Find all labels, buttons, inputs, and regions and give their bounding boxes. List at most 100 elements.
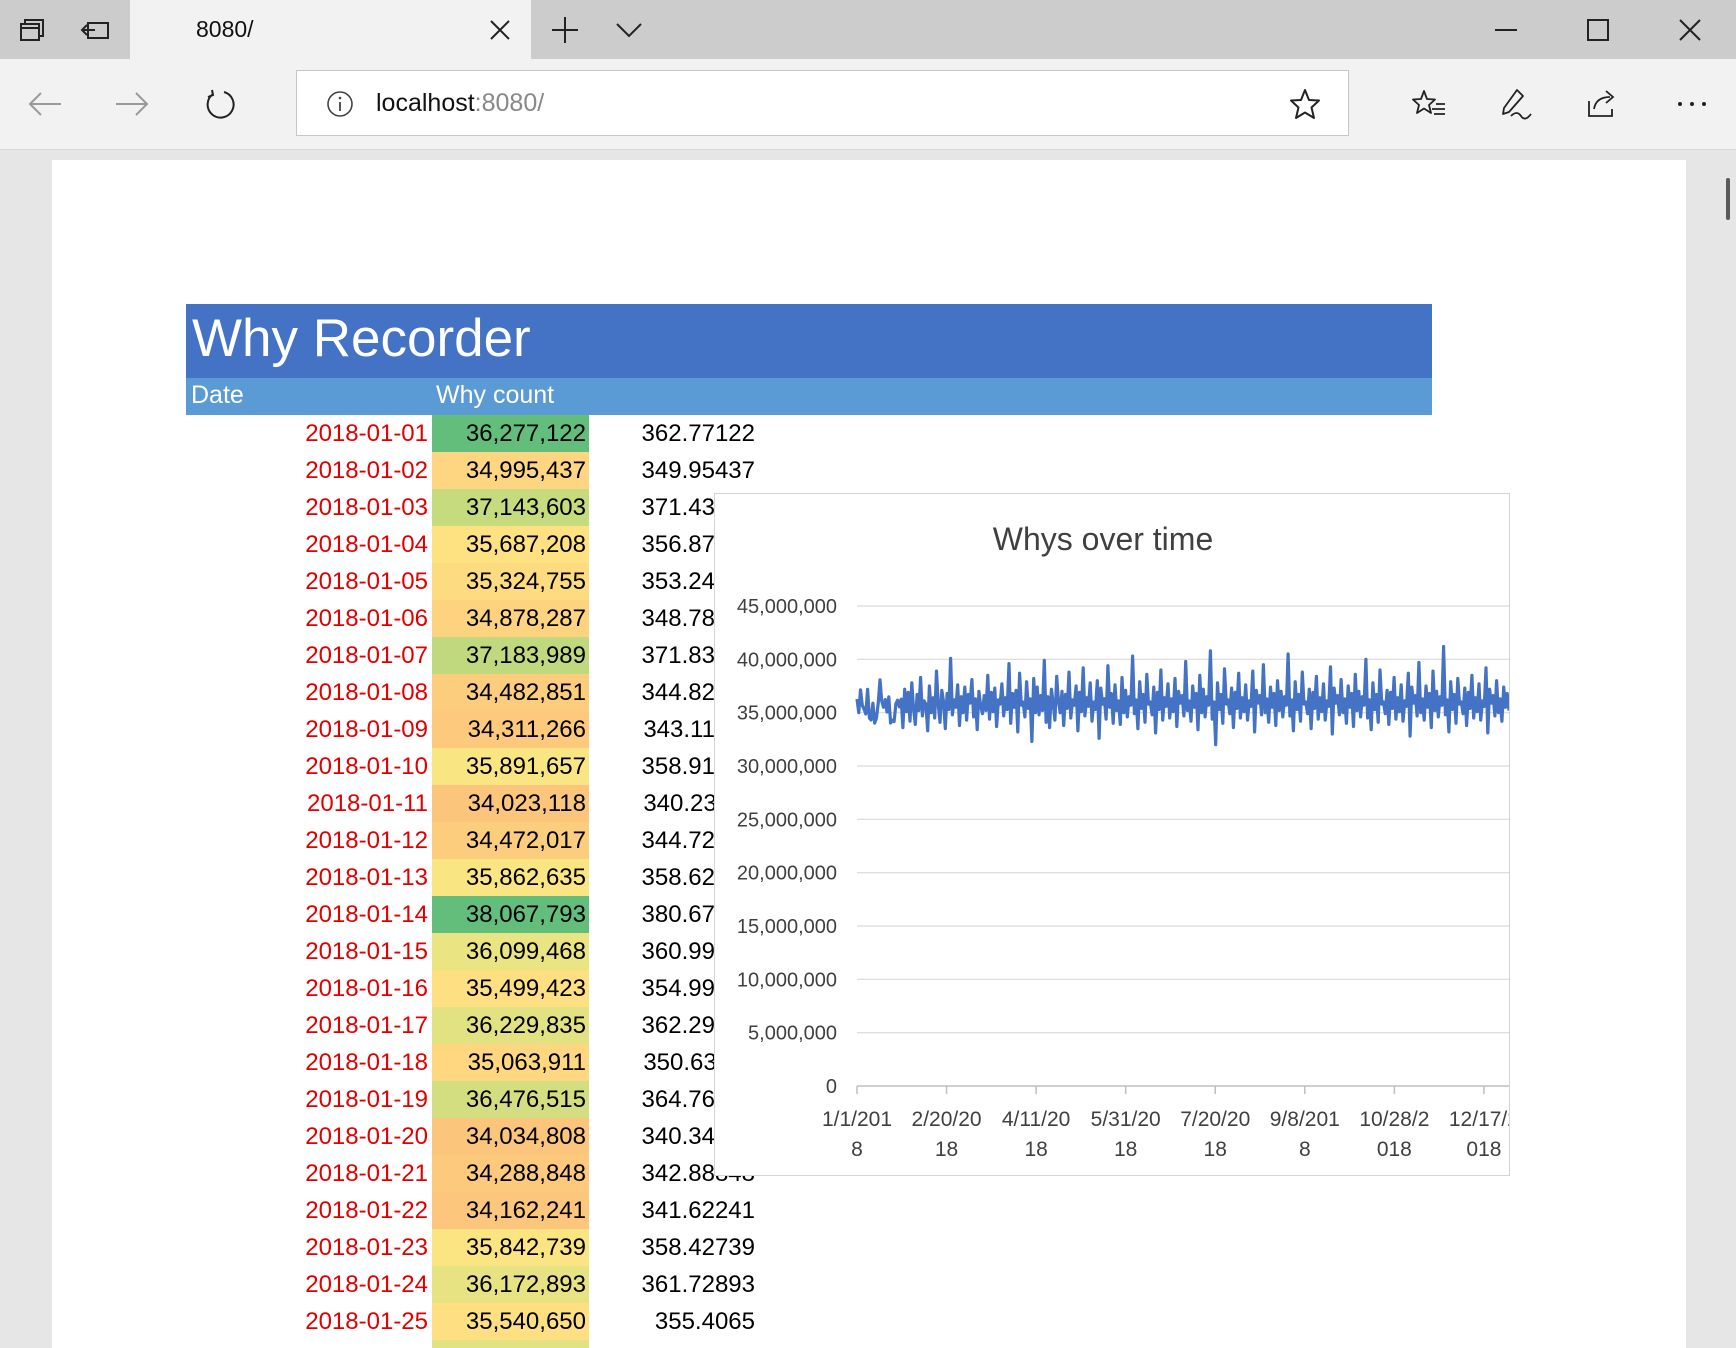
tab-bar: 8080/ (0, 0, 1736, 59)
tab-manager-icon[interactable] (0, 0, 64, 59)
date-cell: 2018-01-20 (305, 1123, 428, 1150)
date-cell: 2018-01-09 (305, 716, 428, 743)
y-tick-label: 20,000,000 (737, 863, 837, 885)
date-cell: 2018-01-21 (305, 1160, 428, 1187)
table-row: 2018-01-01 36,277,122 362.77122 (52, 415, 852, 452)
why-count-cell: 34,023,118 (432, 785, 589, 822)
date-cell: 2018-01-25 (305, 1308, 428, 1335)
why-count-header: Why count (436, 381, 555, 409)
y-tick-label: 35,000,000 (737, 703, 837, 725)
why-count-cell: 34,034,808 (432, 1118, 589, 1155)
x-tick-label: 4/11/20 (1002, 1108, 1071, 1131)
x-tick-label: 12/17/2 (1449, 1108, 1509, 1131)
forward-arrow-icon[interactable] (107, 79, 157, 129)
close-tab-icon[interactable] (482, 12, 518, 48)
date-cell: 2018-01-08 (305, 679, 428, 706)
favorite-star-icon[interactable] (1287, 86, 1323, 122)
x-tick-label: 18 (935, 1138, 958, 1161)
why-count-cell: 35,324,755 (432, 563, 589, 600)
minimize-icon[interactable] (1460, 0, 1552, 59)
why-count-cell: 36,229,835 (432, 1007, 589, 1044)
more-options-icon[interactable] (1667, 79, 1717, 129)
x-tick-label: 7/20/20 (1180, 1108, 1250, 1131)
x-tick-label: 2/20/20 (912, 1108, 982, 1131)
why-count-cell: 35,687,208 (432, 526, 589, 563)
date-cell: 2018-01-26 (186, 1340, 428, 1348)
why-count-cell: 34,472,017 (432, 822, 589, 859)
date-cell: 2018-01-07 (305, 642, 428, 669)
why-count-cell: 34,995,437 (432, 452, 589, 489)
why-count-cell: 35,891,657 (432, 748, 589, 785)
date-cell: 2018-01-02 (305, 457, 428, 484)
navigation-bar: localhost:8080/ (0, 59, 1736, 150)
why-count-cell: 36,277,122 (432, 415, 589, 452)
chevron-down-icon[interactable] (597, 0, 661, 59)
close-window-icon[interactable] (1644, 0, 1736, 59)
url-host: localhost (376, 89, 475, 117)
date-cell: 2018-01-19 (305, 1086, 428, 1113)
why-count-cell: 36,099,468 (432, 933, 589, 970)
x-tick-label: 1/1/201 (822, 1108, 892, 1131)
why-count-cell: 36,476,515 (432, 1081, 589, 1118)
ratio-cell: 355.4065 (654, 1308, 755, 1335)
why-count-cell: 35,499,423 (432, 970, 589, 1007)
x-tick-label: 018 (1466, 1138, 1501, 1161)
address-bar[interactable]: localhost:8080/ (296, 70, 1349, 136)
chart[interactable]: Whys over time 0 5,000,000 10,000,000 15,000… (714, 493, 1510, 1176)
why-count-cell: 34,311,266 (432, 711, 589, 748)
date-cell: 2018-01-24 (305, 1271, 428, 1298)
ratio-cell: 341.62241 (641, 1197, 755, 1224)
date-cell: 2018-01-17 (305, 1012, 428, 1039)
title-band: Why Recorder (186, 304, 1432, 378)
scrollbar-thumb[interactable] (1726, 178, 1730, 220)
x-tick-label: 8 (1299, 1138, 1311, 1161)
ratio-cell: 362.77122 (641, 420, 755, 447)
why-count-cell: 36,270,965 (432, 1340, 589, 1348)
refresh-icon[interactable] (195, 79, 245, 129)
tab-active[interactable]: 8080/ (130, 0, 531, 59)
date-cell: 2018-01-03 (305, 494, 428, 521)
favorites-hub-icon[interactable] (1404, 79, 1454, 129)
ratio-cell: 361.72893 (641, 1271, 755, 1298)
maximize-icon[interactable] (1552, 0, 1644, 59)
x-tick-label: 18 (1024, 1138, 1047, 1161)
header-band: Date Why count (186, 378, 1432, 415)
date-cell: 2018-01-05 (305, 568, 428, 595)
share-icon[interactable] (1578, 79, 1628, 129)
date-cell: 2018-01-06 (305, 605, 428, 632)
site-info-icon[interactable] (322, 86, 358, 122)
x-tick-label: 9/8/201 (1270, 1108, 1340, 1131)
date-cell: 2018-01-23 (305, 1234, 428, 1261)
back-arrow-icon[interactable] (20, 79, 70, 129)
why-count-cell: 37,183,989 (432, 637, 589, 674)
date-cell: 2018-01-04 (305, 531, 428, 558)
y-tick-label: 10,000,000 (737, 969, 837, 991)
date-cell: 2018-01-22 (305, 1197, 428, 1224)
table-row: 2018-01-24 36,172,893 361.72893 (52, 1266, 852, 1303)
y-tick-label: 30,000,000 (737, 756, 837, 778)
ratio-cell: 349.95437 (641, 457, 755, 484)
new-tab-icon[interactable] (533, 0, 597, 59)
ratio-cell: 362.70965 (612, 1340, 755, 1348)
date-cell: 2018-01-16 (305, 975, 428, 1002)
web-note-pen-icon[interactable] (1491, 79, 1541, 129)
table-row: 2018-01-25 35,540,650 355.4065 (52, 1303, 852, 1340)
page-viewport[interactable]: Why Recorder Date Why count 2018-01-01 36… (0, 150, 1736, 1348)
date-cell: 2018-01-15 (305, 938, 428, 965)
ratio-cell: 358.42739 (641, 1234, 755, 1261)
why-count-cell: 35,540,650 (432, 1303, 589, 1340)
x-tick-label: 10/28/2 (1359, 1108, 1429, 1131)
y-tick-label: 0 (826, 1076, 837, 1098)
set-tabs-aside-icon[interactable] (64, 0, 128, 59)
date-cell: 2018-01-01 (305, 420, 428, 447)
url-text[interactable]: localhost:8080/ (376, 89, 544, 118)
sheet-title: Why Recorder (192, 309, 531, 368)
why-count-cell: 34,878,287 (432, 600, 589, 637)
why-count-cell: 36,172,893 (432, 1266, 589, 1303)
date-cell: 2018-01-18 (305, 1049, 428, 1076)
table-row: 2018-01-22 34,162,241 341.62241 (52, 1192, 852, 1229)
why-count-cell: 35,063,911 (432, 1044, 589, 1081)
chart-svg: Whys over time 0 5,000,000 10,000,000 15,000… (737, 521, 1509, 1161)
why-count-cell: 34,288,848 (432, 1155, 589, 1192)
y-tick-label: 25,000,000 (737, 809, 837, 831)
